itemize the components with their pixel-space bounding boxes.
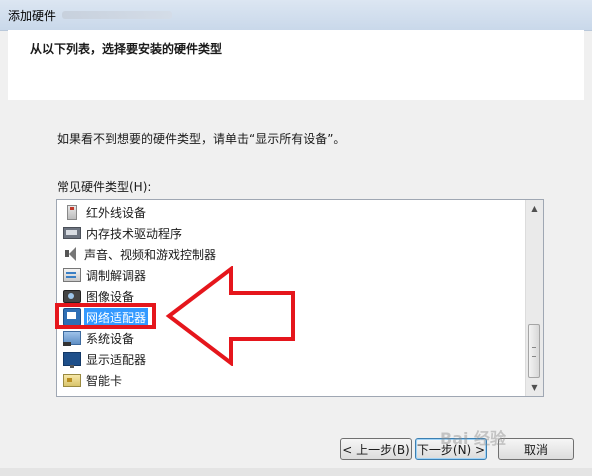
system-device-icon <box>63 331 81 346</box>
header-instruction: 从以下列表，选择要安装的硬件类型 <box>30 42 223 56</box>
wizard-content: 如果看不到想要的硬件类型，请单击“显示所有设备”。 常见硬件类型(H): 红外线… <box>8 100 584 428</box>
back-button[interactable]: < 上一步(B) <box>340 438 412 460</box>
cancel-button[interactable]: 取消 <box>498 438 574 460</box>
vertical-scrollbar[interactable]: ▲ ▼ <box>525 200 543 396</box>
annotation-arrow <box>165 266 295 366</box>
infrared-icon <box>67 204 77 220</box>
list-item-memory-tech[interactable]: 内存技术驱动程序 <box>63 223 184 243</box>
scroll-up-button[interactable]: ▲ <box>526 200 543 217</box>
modem-icon <box>63 268 81 282</box>
memory-icon <box>63 227 81 239</box>
list-item-label: 系统设备 <box>86 331 135 346</box>
annotation-highlight-box <box>55 303 156 329</box>
list-item-display-adapter[interactable]: 显示适配器 <box>63 349 148 369</box>
title-bar: 添加硬件 <box>0 0 592 31</box>
list-item-infrared[interactable]: 红外线设备 <box>63 202 148 222</box>
wizard-header: 从以下列表，选择要安装的硬件类型 <box>8 30 584 101</box>
speaker-icon <box>63 246 79 262</box>
list-label: 常见硬件类型(H): <box>57 180 152 194</box>
list-item-label: 显示适配器 <box>86 352 147 367</box>
list-item-system-devices[interactable]: 系统设备 <box>63 328 136 348</box>
list-item-modem[interactable]: 调制解调器 <box>63 265 148 285</box>
blurred-title-text <box>62 11 172 19</box>
camera-icon <box>63 289 81 303</box>
display-adapter-icon <box>63 352 81 368</box>
hardware-type-list[interactable]: 红外线设备 内存技术驱动程序 声音、视频和游戏控制器 调制解调器 图像设备 网络… <box>56 199 544 397</box>
watermark: Bai 经验 <box>440 429 507 448</box>
list-item-label: 声音、视频和游戏控制器 <box>84 247 217 262</box>
scroll-thumb[interactable] <box>528 324 540 378</box>
list-item-label: 内存技术驱动程序 <box>86 226 183 241</box>
taskbar-strip <box>0 468 592 476</box>
hint-text: 如果看不到想要的硬件类型，请单击“显示所有设备”。 <box>57 132 346 146</box>
window-title: 添加硬件 <box>8 9 57 23</box>
list-item-label: 智能卡 <box>86 373 123 388</box>
list-item-sound-video-game[interactable]: 声音、视频和游戏控制器 <box>63 244 218 264</box>
list-item-label: 红外线设备 <box>86 205 147 220</box>
list-item-label: 调制解调器 <box>86 268 147 283</box>
list-item-smart-card[interactable]: 智能卡 <box>63 370 124 390</box>
smart-card-icon <box>63 373 81 387</box>
scroll-down-button[interactable]: ▼ <box>526 379 543 396</box>
